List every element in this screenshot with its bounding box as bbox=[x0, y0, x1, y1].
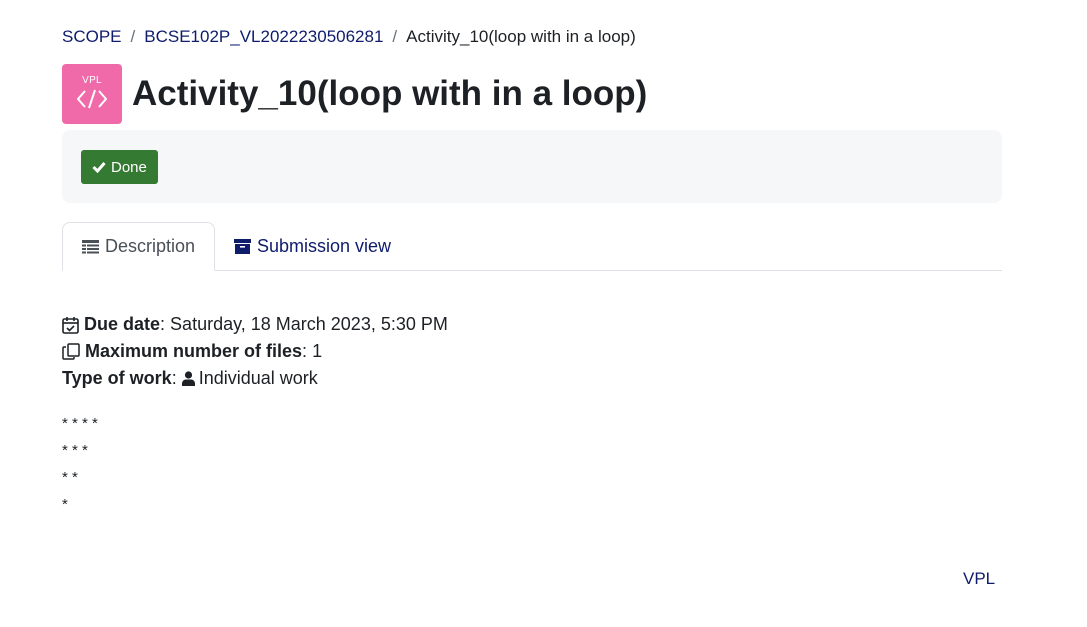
vpl-module-icon: VPL bbox=[62, 64, 122, 124]
page: SCOPE / BCSE102P_VL2022230506281 / Activity_… bbox=[0, 0, 1087, 627]
pattern-line: * * * bbox=[62, 442, 88, 459]
tab-description-label: Description bbox=[105, 236, 196, 256]
max-files-label: Maximum number of files bbox=[85, 341, 303, 361]
max-files-row: Maximum number of files: 1 bbox=[62, 338, 448, 365]
pattern-line: * bbox=[62, 496, 68, 513]
pattern-line: * * * * bbox=[62, 415, 98, 432]
done-label: Done bbox=[111, 158, 147, 176]
activity-description: * * * * * * * * * * bbox=[62, 410, 98, 518]
tab-bar: Description Submission view bbox=[62, 222, 1002, 271]
breadcrumb-current: Activity_10(loop with in a loop) bbox=[406, 27, 636, 46]
tab-submission-view[interactable]: Submission view bbox=[234, 222, 391, 270]
page-title: Activity_10(loop with in a loop) bbox=[132, 74, 648, 113]
vpl-footer-link[interactable]: VPL bbox=[963, 569, 995, 589]
code-brackets-icon bbox=[77, 89, 107, 109]
calendar-check-icon bbox=[62, 316, 79, 334]
breadcrumb-separator: / bbox=[130, 27, 136, 46]
breadcrumb: SCOPE / BCSE102P_VL2022230506281 / Activity_… bbox=[62, 26, 636, 48]
work-type-label: Type of work bbox=[62, 368, 172, 388]
max-files-colon: : bbox=[302, 341, 313, 361]
completion-info: Done bbox=[62, 130, 1002, 203]
user-icon bbox=[181, 371, 195, 386]
due-date-row: Due date: Saturday, 18 March 2023, 5:30 … bbox=[62, 311, 448, 338]
work-type-colon: : bbox=[171, 368, 182, 388]
work-type-row: Type of work: Individual work bbox=[62, 365, 448, 392]
archive-icon bbox=[234, 238, 251, 254]
max-files-value: 1 bbox=[312, 341, 323, 361]
tab-description[interactable]: Description bbox=[62, 222, 215, 271]
tab-submission-view-label: Submission view bbox=[257, 235, 392, 256]
due-date-label: Due date bbox=[84, 314, 161, 334]
breadcrumb-course[interactable]: BCSE102P_VL2022230506281 bbox=[144, 27, 383, 46]
pattern-line: * * bbox=[62, 469, 78, 486]
due-date-value: Saturday, 18 March 2023, 5:30 PM bbox=[170, 314, 448, 334]
check-icon bbox=[92, 162, 106, 173]
due-date-colon: : bbox=[160, 314, 171, 334]
done-button[interactable]: Done bbox=[81, 150, 158, 184]
page-header: VPL Activity_10(loop with in a loop) bbox=[62, 64, 647, 124]
list-icon bbox=[82, 239, 99, 253]
activity-dates: Due date: Saturday, 18 March 2023, 5:30 … bbox=[62, 311, 448, 392]
breadcrumb-separator: / bbox=[392, 27, 398, 46]
vpl-icon-label: VPL bbox=[82, 75, 102, 86]
work-type-value: Individual work bbox=[198, 368, 318, 388]
breadcrumb-scope[interactable]: SCOPE bbox=[62, 27, 122, 46]
copy-icon bbox=[62, 343, 80, 360]
